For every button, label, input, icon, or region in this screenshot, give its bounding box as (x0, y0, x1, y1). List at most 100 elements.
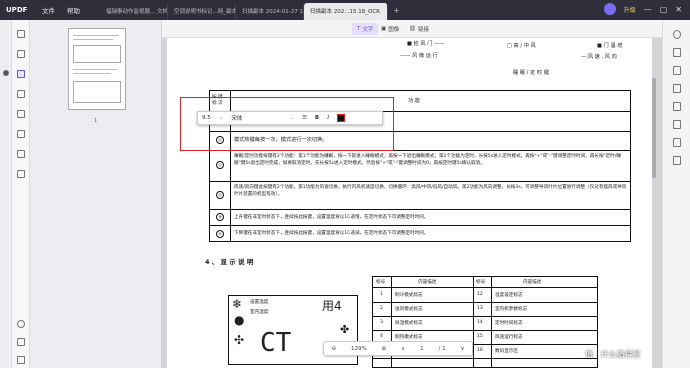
pages-icon[interactable] (17, 170, 25, 178)
zoom-level[interactable]: 129% (351, 346, 367, 352)
text-tool-button[interactable]: T 文字 (352, 23, 379, 35)
page-label: —— 风 扇 运 行 (400, 53, 438, 59)
spec-cell: 3 (380, 320, 383, 325)
spec-cell: 13 (477, 306, 483, 311)
doc-tab[interactable]: 空调说明书标记...网_副本_1* (168, 3, 236, 20)
snowflake-icon: ❄ (232, 297, 243, 311)
watermark: 值 · 什么值得买 (585, 350, 641, 359)
organize-icon[interactable] (17, 90, 25, 98)
spec-header: 内容描述 (418, 280, 437, 285)
zoom-in-icon[interactable]: ⊕ (382, 346, 387, 352)
spec-cell: 定时时间标志 (495, 321, 523, 326)
zoom-bar: ⊖ 129% ⊕ ∧ 1 / 1 ∨ (323, 341, 473, 356)
spec-cell: 14 (477, 320, 483, 325)
export-icon[interactable] (673, 48, 681, 57)
maximize-icon[interactable]: ▢ (660, 5, 668, 14)
row-text: 上升键在非定时状态下，连续按此按键，设置温度将以1C递增。在定时状态下可调整定时… (234, 215, 429, 220)
link-tool-label: 链接 (417, 27, 429, 33)
down-key-icon: ⊖ (216, 230, 224, 238)
page-total: / 1 (438, 345, 446, 352)
mode-display: 用4 (322, 299, 342, 313)
ocr-icon[interactable] (17, 150, 25, 158)
spec-cell: 15 (477, 334, 483, 339)
zoom-out-icon[interactable]: ⊖ (331, 346, 336, 352)
close-icon[interactable]: ✕ (675, 5, 682, 14)
spec-cell: 风速运行标志 (495, 335, 523, 340)
sleep-timer-key-icon: ◎ (216, 161, 224, 169)
comment-icon[interactable] (17, 50, 25, 58)
spec-cell: 2 (380, 306, 383, 311)
thumbnail-page-number: 1 (94, 118, 98, 124)
attachment-icon[interactable] (17, 356, 25, 364)
section-title: 4 、 显 示 说 明 (205, 258, 254, 266)
search-icon[interactable] (673, 156, 681, 165)
image-tool-button[interactable]: ▣ 图像 (376, 23, 404, 35)
page-label: 睡 眠 / 定 时 键 (513, 70, 549, 76)
bookmark-icon[interactable] (17, 338, 25, 346)
text-tool-label: 文字 (362, 27, 374, 33)
image-icon: ▣ (381, 26, 387, 32)
add-tab-icon[interactable]: + (388, 3, 405, 20)
row-text: 睡眠/定时功能按键有2个功能：第1个功能为睡眠，按一下就进入睡眠模式，再按一下退… (234, 154, 621, 166)
share-icon[interactable] (673, 102, 681, 111)
titlebar-right: 升级 — ▢ ✕ (603, 3, 682, 15)
spec-cell: 数码显示区 (495, 349, 518, 354)
fan-icon: ✣ (234, 333, 245, 347)
spec-cell: 送风模式标志 (395, 307, 423, 312)
header-function: 功 能 (408, 98, 421, 104)
image-tool-label: 图像 (388, 27, 400, 33)
avatar[interactable] (603, 3, 616, 15)
spec-cell: 制热模式标志 (395, 335, 423, 340)
highlight-annotation (180, 97, 394, 151)
print-icon[interactable] (673, 120, 681, 129)
collapse-handle-icon[interactable] (3, 70, 9, 76)
page-label: ■ 检 风 门 —— (407, 41, 445, 47)
link-tool-button[interactable]: ⛓ 链接 (404, 23, 434, 35)
page-label: □ 高 / 中 风 (507, 43, 536, 49)
protect-icon[interactable] (673, 84, 681, 93)
spec-cell: 制冷模式标志 (395, 293, 423, 298)
page-label: ■ 门 温 增 (597, 43, 623, 49)
row-text: 风速/风向键此按键有2个功能，第1功能为风速切换，执行内风机速度切换，切换循环：… (234, 185, 627, 197)
tab-strip: 福瑞泰动作监视器... 文档_Copy 空调说明书标记...网_副本_1* 扫描… (100, 3, 405, 20)
form-icon[interactable] (17, 110, 25, 118)
text-icon: T (357, 26, 361, 32)
minimize-icon[interactable]: — (644, 5, 652, 14)
menu-help[interactable]: 帮助 (67, 5, 80, 15)
convert-icon[interactable] (673, 66, 681, 75)
doc-tab[interactable]: 扫描副本 2024-01-27 15:19 (236, 3, 304, 20)
settings-icon[interactable] (673, 30, 681, 39)
spec-cell: 16 (477, 348, 483, 353)
spec-header: 内容描述 (523, 280, 542, 285)
spec-cell: 12 (477, 292, 483, 297)
page-label: — 风 速 , 风 向 (581, 54, 617, 60)
page-thumbnail[interactable] (68, 28, 126, 110)
spec-cell: 室内机参数标志 (495, 307, 528, 312)
fan-speed-icon: ✤ (340, 323, 350, 336)
vertical-scrollbar[interactable] (652, 78, 656, 178)
thumbnails-icon[interactable] (17, 30, 25, 38)
page-input[interactable]: 1 (420, 346, 424, 352)
ai-icon[interactable] (17, 320, 25, 328)
row-text: 下降键在非定时状态下，连续按此按键，设置温度将以1C递减。在定时状态下可调整定时… (234, 231, 429, 236)
app-logo: UPDF (6, 6, 28, 14)
fan-key-icon: ◎ (216, 191, 224, 199)
doc-tab[interactable]: 福瑞泰动作监视器... 文档_Copy (100, 3, 168, 20)
spec-cell: 4 (380, 334, 383, 339)
tool-sidebar (12, 20, 30, 368)
spec-header: 标号 (376, 280, 386, 285)
edit-pdf-icon[interactable] (17, 70, 25, 78)
menu-file[interactable]: 文件 (42, 5, 55, 15)
up-key-icon: ⊕ (216, 213, 224, 221)
save-icon[interactable] (673, 138, 681, 147)
upgrade-button[interactable]: 升级 (624, 5, 636, 14)
doc-tab-active[interactable]: 扫描副本 202...15.18_OCR (304, 3, 388, 20)
next-page-icon[interactable]: ∨ (460, 346, 464, 352)
crop-icon[interactable] (17, 130, 25, 138)
droplet-icon: ● (234, 313, 245, 327)
spec-cell: 1 (380, 292, 383, 297)
prev-page-icon[interactable]: ∧ (401, 346, 405, 352)
display-label: 室内温度 (250, 310, 269, 315)
link-icon: ⛓ (409, 26, 416, 32)
spec-cell: 温度设定标志 (495, 293, 523, 298)
